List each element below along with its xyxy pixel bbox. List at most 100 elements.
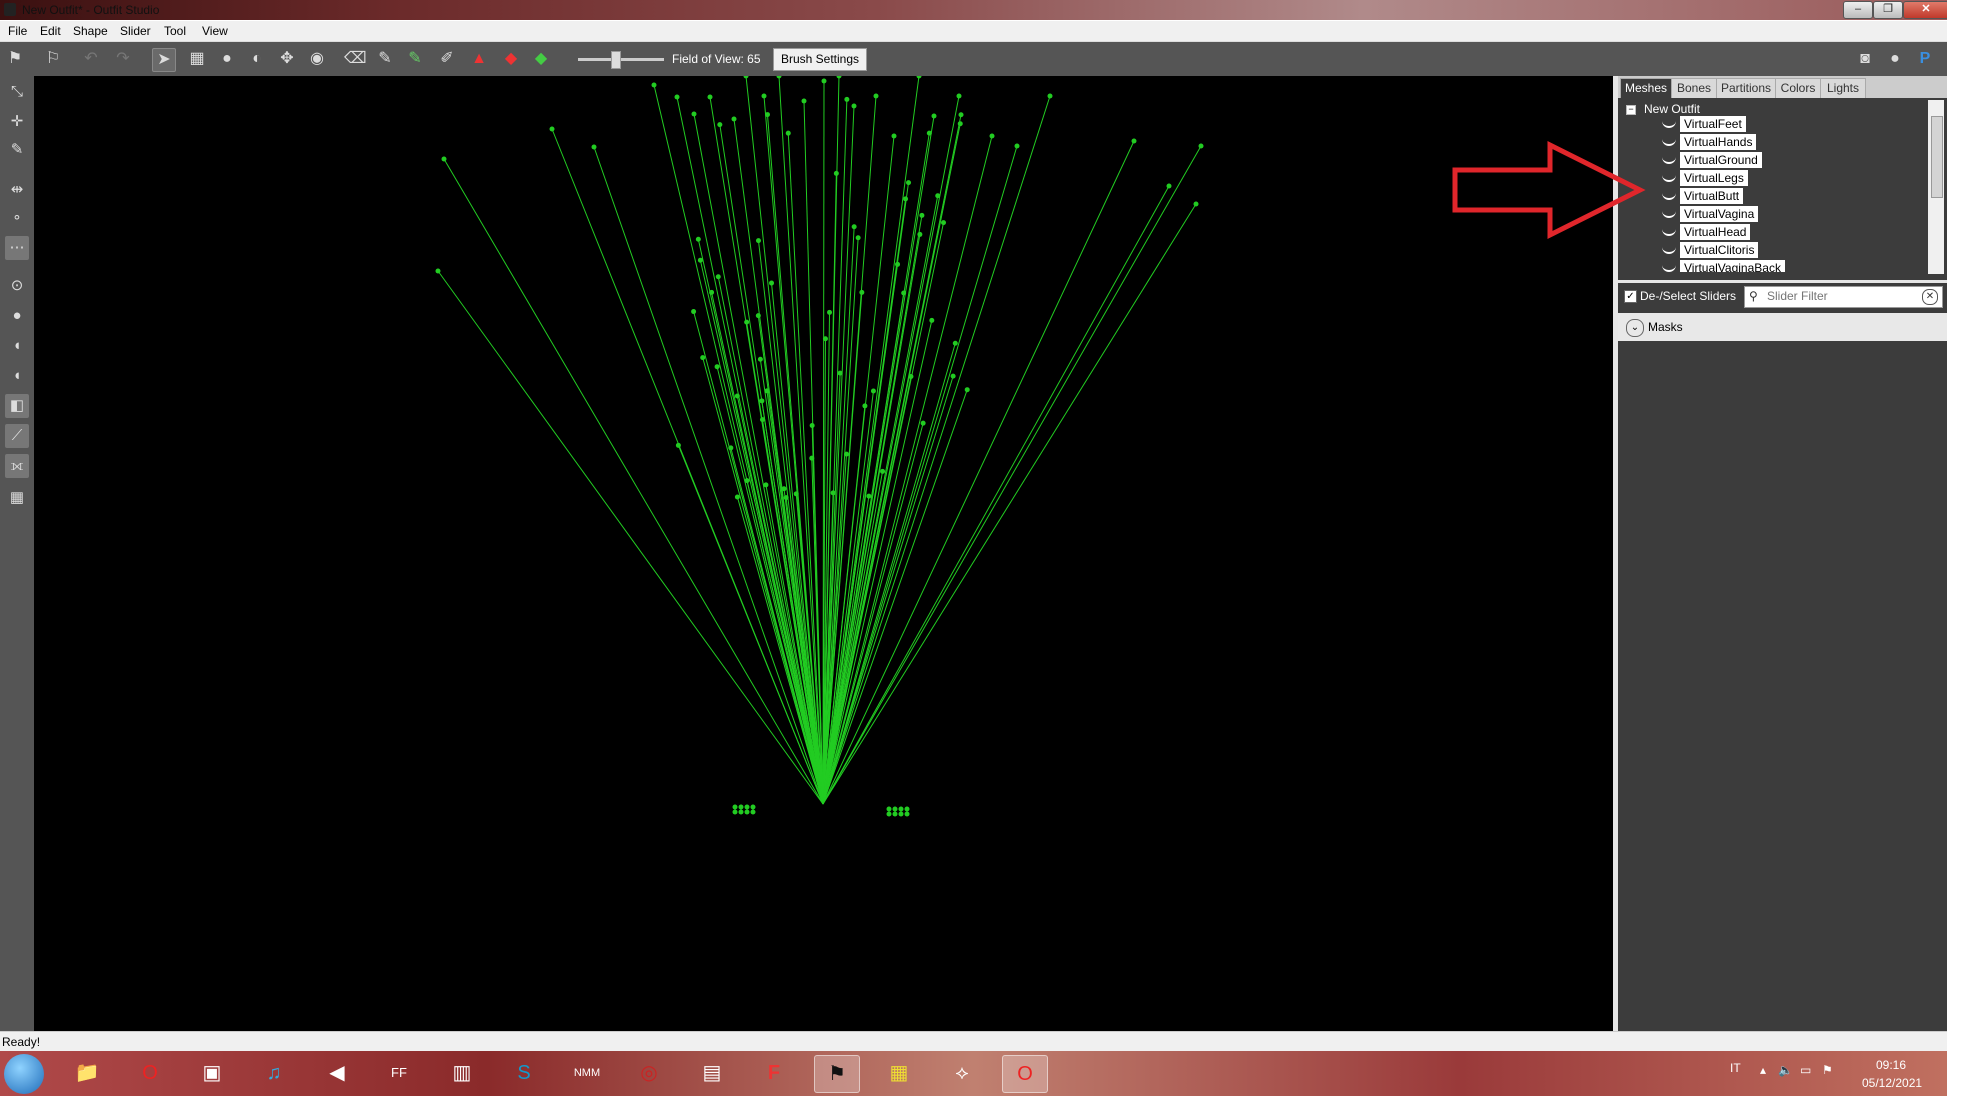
bone-icon[interactable]: ⟗ [5,454,29,478]
wire-vertex [892,134,897,139]
clock-date[interactable]: 05/12/2021 [1862,1076,1922,1090]
brush-strength-icon[interactable]: ⋯ [5,236,29,260]
tree-item-virtualfeet[interactable]: VirtualFeet [1680,116,1746,132]
partial-circle-icon[interactable]: ◧ [5,394,29,418]
cube-icon[interactable]: ⟋ [5,424,29,448]
tree-item-virtualhands[interactable]: VirtualHands [1680,134,1756,150]
tab-partitions[interactable]: Partitions [1716,78,1776,98]
weight-brush-icon[interactable]: ✎ [374,48,396,70]
discord-icon[interactable]: ◙ [1854,48,1876,70]
menu-edit[interactable]: Edit [40,24,61,38]
point-icon[interactable]: ⊙ [5,274,29,298]
target-icon[interactable]: ◎ [627,1055,671,1091]
undo-icon[interactable]: ↶ [80,48,102,70]
mirror-icon[interactable]: ⇹ [5,178,29,202]
skyrim-icon[interactable]: ⟡ [940,1055,984,1091]
media-player-icon[interactable]: ▣ [190,1055,234,1091]
inflate-brush-icon[interactable]: ● [216,48,238,70]
fov-slider[interactable] [578,58,664,61]
wire-line [823,115,961,804]
tab-lights[interactable]: Lights [1820,78,1866,98]
tab-colors[interactable]: Colors [1775,78,1821,98]
wire-vertex [899,807,904,812]
smooth-brush-icon[interactable]: ◉ [306,48,328,70]
paypal-icon[interactable]: P [1914,48,1936,70]
small-circle-icon[interactable]: ● [5,304,29,328]
tree-item-virtualclitoris[interactable]: VirtualClitoris [1680,242,1758,258]
menu-slider[interactable]: Slider [120,24,151,38]
ffdec-icon[interactable]: FF [377,1055,421,1091]
slider-filter-input[interactable] [1767,287,1917,305]
audio-icon[interactable]: ◀ [315,1055,359,1091]
chevron-down-icon[interactable]: ⌄ [1626,319,1644,337]
wire-vertex [834,171,839,176]
vertex-edit-icon[interactable]: ✎ [5,138,29,162]
menu-shape[interactable]: Shape [73,24,108,38]
3d-viewport[interactable] [34,76,1613,1031]
brush-settings-button[interactable]: Brush Settings [773,48,867,71]
tray-expand-icon[interactable]: ▴ [1760,1063,1766,1077]
outfit-studio-taskbar-icon[interactable]: ⚑ [814,1055,860,1093]
load-outfit-icon[interactable]: ⚐ [42,48,64,70]
menu-view[interactable]: View [202,24,228,38]
nmm-icon[interactable]: NMM [565,1055,609,1091]
file-explorer-icon[interactable]: 📁 [65,1055,109,1091]
masks-section[interactable]: ⌄ Masks [1618,313,1947,341]
brush-size-icon[interactable]: ∘ [5,206,29,230]
wire-vertex [895,262,900,267]
split-edge-icon[interactable]: ◆ [530,48,552,70]
close-button[interactable]: ✕ [1903,1,1949,19]
network-icon[interactable]: ▭ [1800,1063,1811,1077]
select-brush-icon[interactable]: ➤ [152,48,176,72]
flip-edge-icon[interactable]: ◆ [500,48,522,70]
deselect-sliders-checkbox[interactable]: ✓ [1624,290,1637,303]
move-brush-icon[interactable]: ✥ [276,48,298,70]
tree-scrollbar-thumb[interactable] [1931,116,1943,198]
color-brush-icon[interactable]: ✎ [404,48,426,70]
opera-icon[interactable]: O [128,1055,172,1091]
collapse-vertex-icon[interactable]: ▲ [468,48,490,70]
collapse-toggle[interactable]: − [1626,105,1636,115]
large-circle-icon[interactable]: ◖ [5,364,29,388]
deflate-brush-icon[interactable]: ◐ [246,48,268,70]
menu-file[interactable]: File [8,24,27,38]
wireframe-icon[interactable]: ▦ [5,486,29,510]
action-center-icon[interactable]: ⚑ [1822,1063,1833,1077]
wire-vertex [929,318,934,323]
pivot-icon[interactable]: ✛ [5,110,29,134]
tree-item-virtualground[interactable]: VirtualGround [1680,152,1762,168]
xray-icon[interactable]: ▦ [877,1055,921,1091]
tree-item-virtuallegs[interactable]: VirtualLegs [1680,170,1748,186]
pipes-icon[interactable]: ▥ [440,1055,484,1091]
fov-slider-thumb[interactable] [611,51,621,69]
tab-meshes[interactable]: Meshes [1620,78,1672,98]
itunes-icon[interactable]: ♫ [252,1055,296,1091]
clear-filter-icon[interactable]: ✕ [1922,289,1938,305]
tree-item-virtualhead[interactable]: VirtualHead [1680,224,1750,240]
redo-icon[interactable]: ↷ [112,48,134,70]
github-icon[interactable]: ● [1884,48,1906,70]
mask-brush-icon[interactable]: ▦ [186,48,208,70]
tab-bones[interactable]: Bones [1671,78,1717,98]
transform-icon[interactable]: ⤡ [5,80,29,104]
alpha-brush-icon[interactable]: ✐ [436,48,458,70]
maximize-button[interactable]: ❐ [1873,1,1903,19]
skype-icon[interactable]: S [502,1055,546,1091]
volume-icon[interactable]: 🔈 [1778,1063,1793,1077]
tree-item-virtualbutt[interactable]: VirtualButt [1680,188,1743,204]
language-indicator[interactable]: IT [1730,1061,1741,1075]
start-button[interactable] [4,1054,44,1094]
clock-time[interactable]: 09:16 [1876,1058,1906,1072]
board-icon[interactable]: ▤ [690,1055,734,1091]
wire-line [823,146,1017,804]
flash-icon[interactable]: F [752,1055,796,1091]
load-reference-icon[interactable]: ⚑ [4,48,26,70]
opera-gx-icon[interactable]: O [1002,1055,1048,1093]
menu-tool[interactable]: Tool [164,24,186,38]
undiff-brush-icon[interactable]: ⌫ [344,48,366,70]
tree-item-virtualvagina[interactable]: VirtualVagina [1680,206,1758,222]
circle-icon[interactable]: ◖ [5,334,29,358]
tree-item-virtualvaginaback[interactable]: VirtualVaginaBack [1680,260,1785,272]
tree-root[interactable]: New Outfit [1644,102,1700,116]
minimize-button[interactable]: – [1843,1,1873,19]
